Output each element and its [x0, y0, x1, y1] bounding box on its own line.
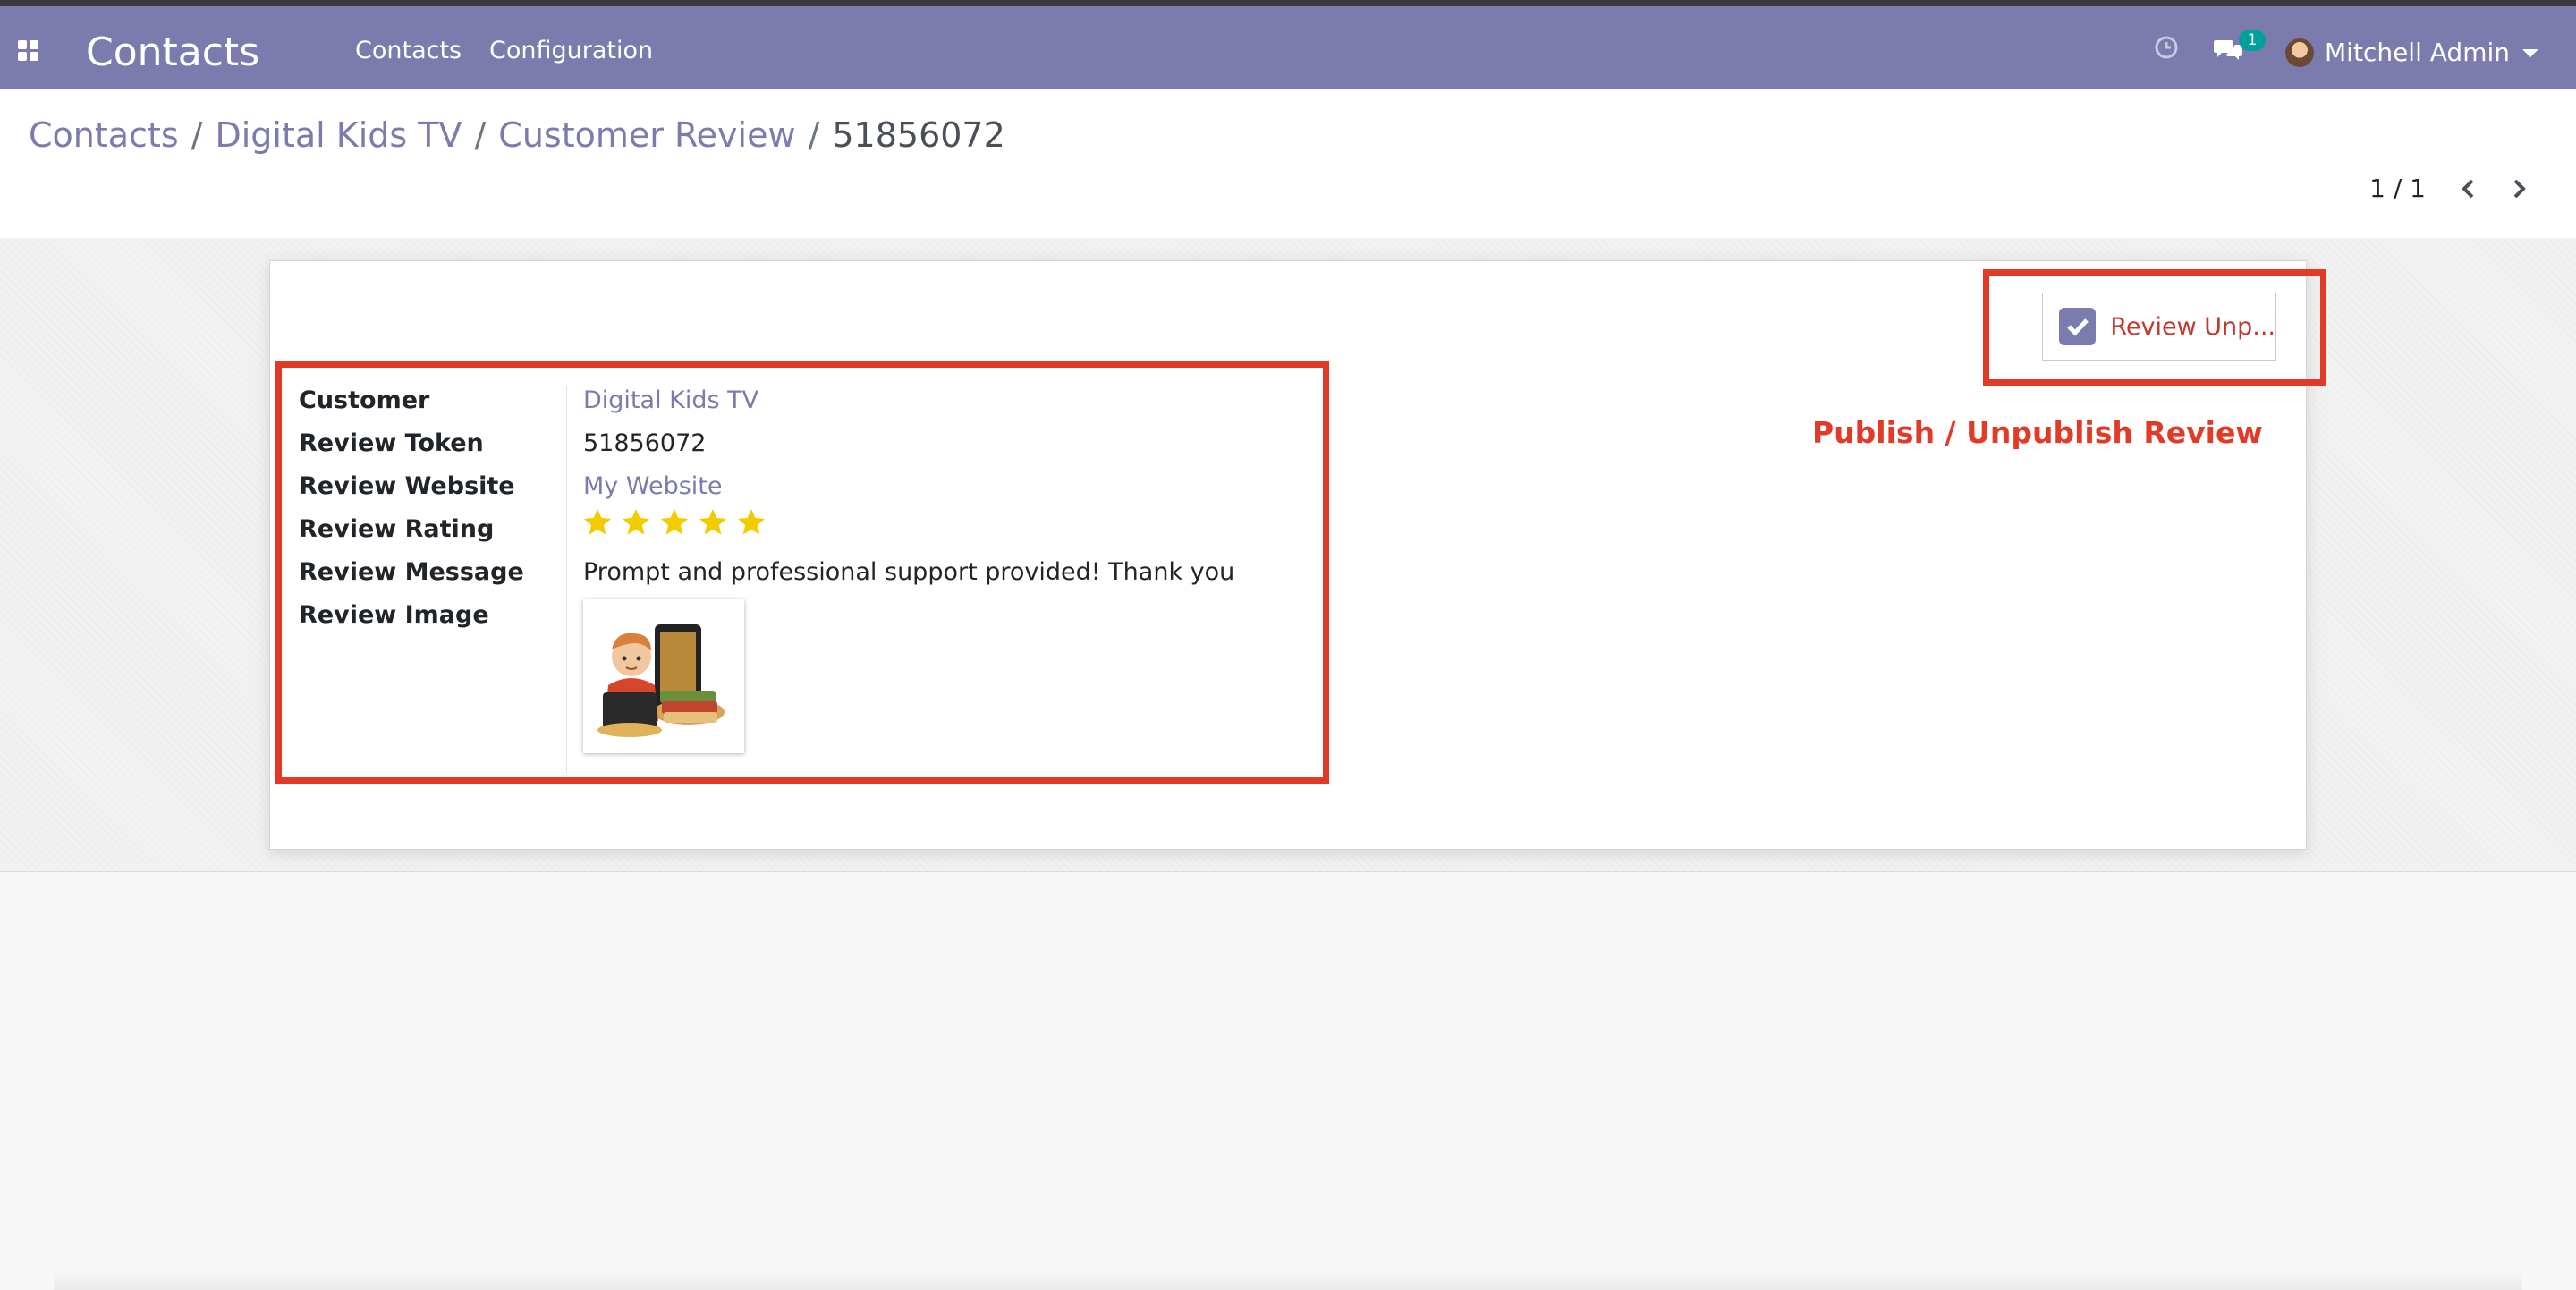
- pager-value[interactable]: 1 / 1: [2369, 171, 2426, 207]
- breadcrumb-separator: /: [191, 115, 203, 155]
- control-panel: Contacts / Digital Kids TV / Customer Review…: [0, 89, 2576, 239]
- page-bottom-edge: [54, 1270, 2522, 1290]
- breadcrumb-separator: /: [808, 115, 820, 155]
- breadcrumb-contacts[interactable]: Contacts: [29, 115, 179, 155]
- window-top-strip: [0, 0, 2576, 6]
- messages-badge: 1: [2239, 30, 2266, 51]
- breadcrumb-separator: /: [474, 115, 487, 155]
- breadcrumb-customer[interactable]: Digital Kids TV: [215, 115, 462, 155]
- avatar: [2285, 38, 2315, 67]
- app-title[interactable]: Contacts: [86, 26, 259, 80]
- breadcrumb: Contacts / Digital Kids TV / Customer Review…: [29, 110, 1005, 160]
- caret-down-icon: [2522, 48, 2538, 57]
- top-navbar: Contacts Contacts Configuration 1 Mitche…: [0, 6, 2576, 89]
- user-name: Mitchell Admin: [2325, 38, 2510, 67]
- menu-contacts[interactable]: Contacts: [355, 33, 462, 69]
- annotation-label: Publish / Unpublish Review: [1812, 415, 2263, 450]
- annotation-box-button: [1983, 269, 2326, 386]
- menu-configuration[interactable]: Configuration: [489, 33, 653, 69]
- annotation-box-fields: [275, 361, 1329, 784]
- breadcrumb-current: 51856072: [832, 115, 1005, 155]
- chevron-left-icon[interactable]: [2456, 176, 2481, 201]
- breadcrumb-customer-review[interactable]: Customer Review: [498, 115, 795, 155]
- chevron-right-icon[interactable]: [2506, 176, 2531, 201]
- clock-icon[interactable]: [2154, 35, 2179, 60]
- apps-icon[interactable]: [18, 40, 39, 62]
- user-menu[interactable]: Mitchell Admin: [2285, 35, 2538, 71]
- pager: 1 / 1: [2369, 171, 2531, 207]
